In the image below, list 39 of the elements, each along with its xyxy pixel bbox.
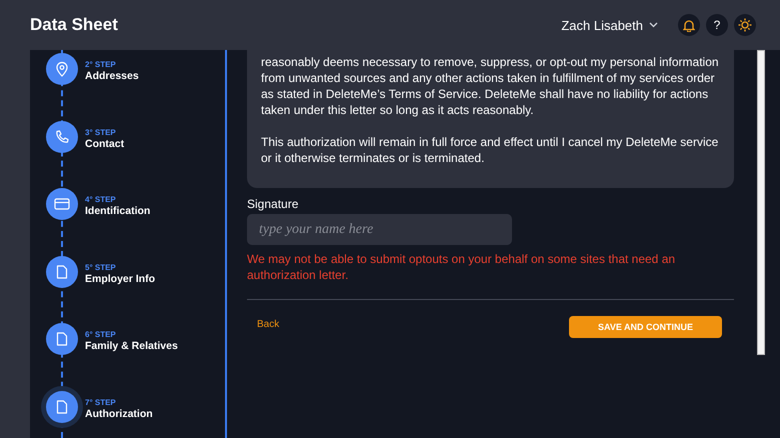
step-label: Addresses <box>85 70 139 83</box>
step-label: Authorization <box>85 408 153 420</box>
notification-button[interactable] <box>678 14 700 36</box>
step-label: Family & Relatives <box>85 340 178 353</box>
letter-paragraph: reasonably deems necessary to remove, suppress, or opt-out my personal information from unwanted sources and any other actions taken in fulfillment of my services order as stated in DeleteMe’s Terms of Service. DeleteMe shall have no liability for actions taken under this letter so long as it acts reasonably. <box>261 54 720 118</box>
location-pin-icon <box>55 61 69 77</box>
bell-icon <box>683 18 695 32</box>
step-number: 2° STEP <box>85 60 117 70</box>
app-title: Data Sheet <box>30 15 118 35</box>
step-number: 3° STEP <box>85 128 117 138</box>
document-icon <box>56 264 68 278</box>
user-menu[interactable]: Zach Lisabeth <box>561 16 658 34</box>
document-icon <box>56 332 68 346</box>
help-button[interactable]: ? <box>706 14 728 36</box>
step-item[interactable]: 4° STEP Identification <box>30 188 225 256</box>
phone-icon <box>55 130 69 144</box>
step-number: 5° STEP <box>85 262 117 272</box>
step-item[interactable]: 7° STEP Authorization <box>30 390 225 438</box>
back-link[interactable]: Back <box>257 319 280 330</box>
step-item[interactable]: 6° STEP Family & Relatives <box>30 323 225 390</box>
card-icon <box>54 198 70 210</box>
step-item[interactable]: 2° STEP Addresses <box>30 53 225 120</box>
step-number: 7° STEP <box>85 398 117 408</box>
signature-field[interactable]: type your name here <box>247 214 512 245</box>
document-icon <box>56 400 68 414</box>
step-number: 6° STEP <box>85 330 117 340</box>
field-label: Signature <box>247 196 300 212</box>
warning-text: We may not be able to submit optouts on your behalf on some sites that need an authorization letter. <box>247 251 676 283</box>
step-item[interactable]: 5° STEP Employer Info <box>30 256 225 323</box>
step-label: Employer Info <box>85 272 156 286</box>
theme-button[interactable] <box>734 14 756 36</box>
step-item[interactable]: 3° STEP Contact <box>30 120 225 188</box>
chevron-down-icon <box>649 22 658 28</box>
scrollbar[interactable] <box>757 50 765 355</box>
step-number: 4° STEP <box>85 195 117 205</box>
step-label: Contact <box>85 138 124 150</box>
step-label: Identification <box>85 205 150 218</box>
letter-paragraph: This authorization will remain in full force and effect until I cancel my DeleteMe service or it otherwise terminates or is terminated. <box>261 134 720 166</box>
sun-icon <box>738 18 752 32</box>
